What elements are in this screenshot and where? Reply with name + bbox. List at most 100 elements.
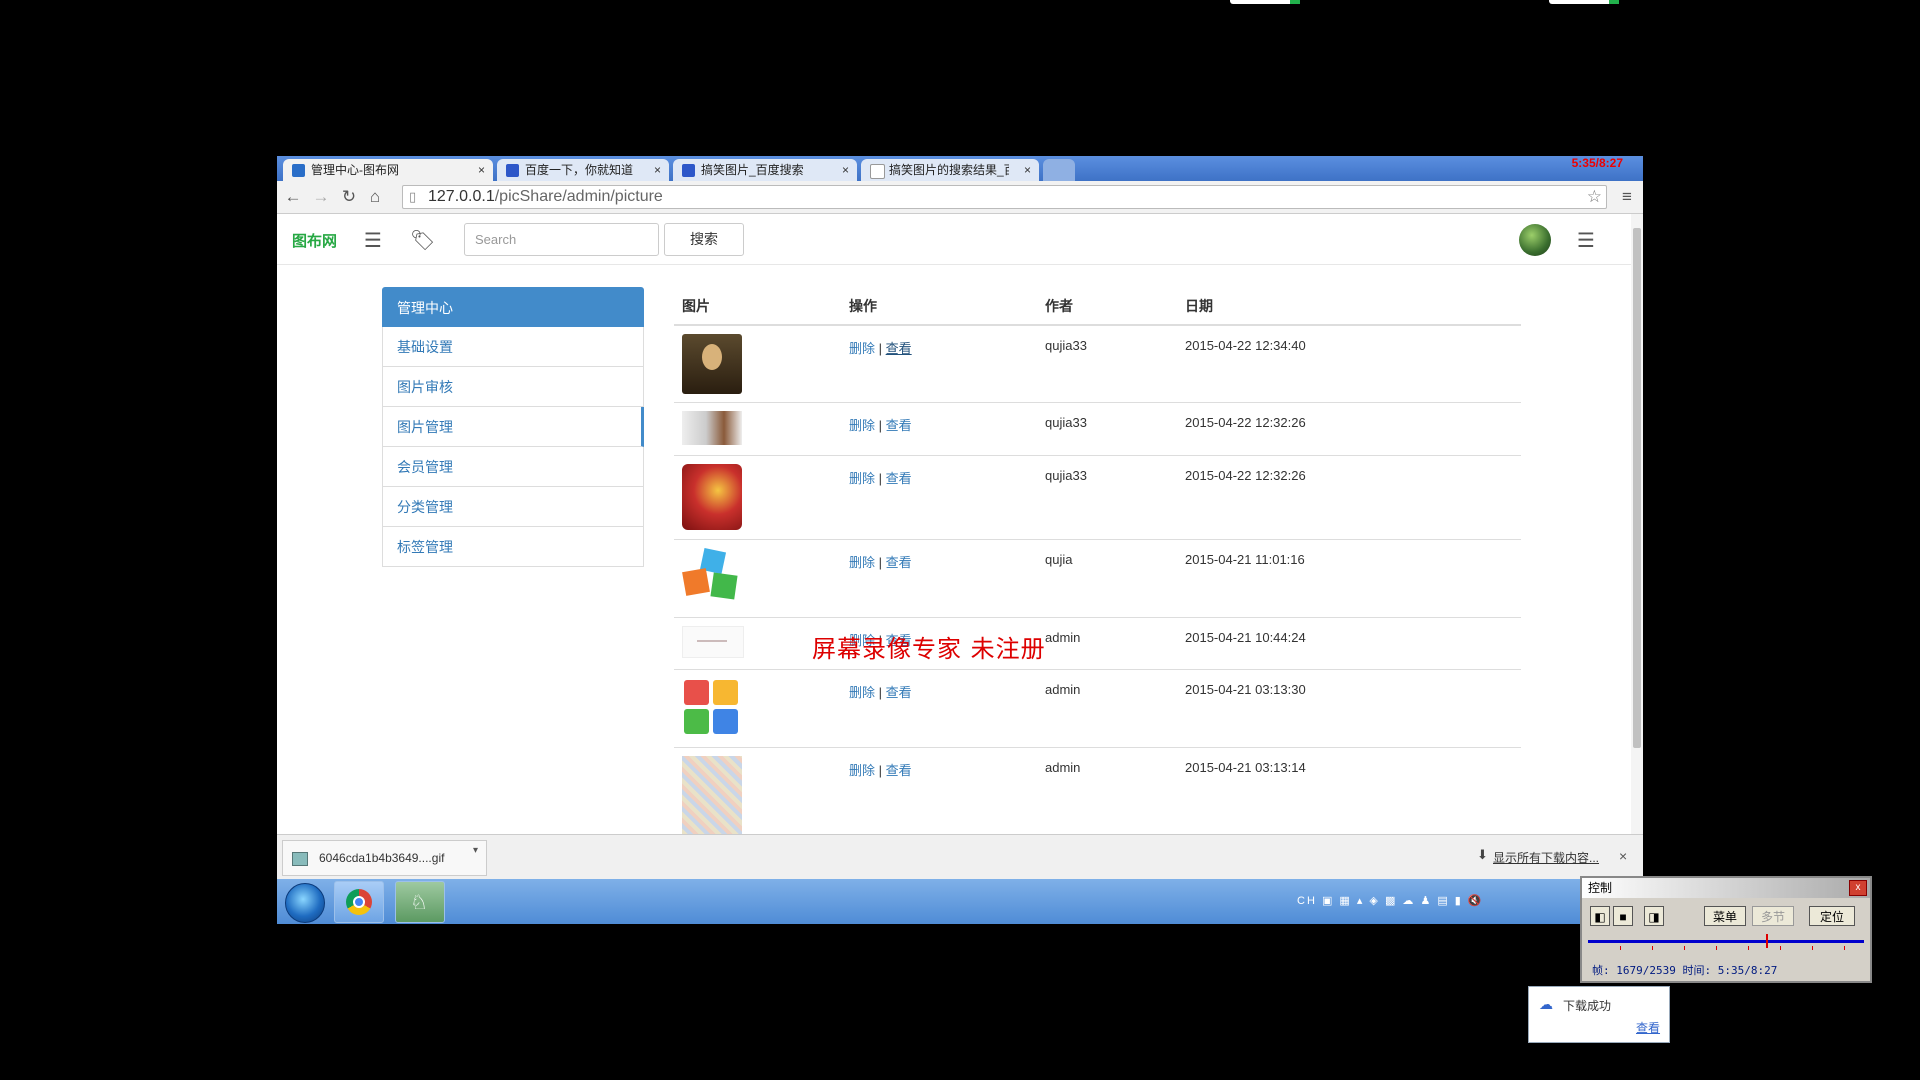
table-row: 删除 | 查看 qujia33 2015-04-22 12:32:26: [674, 456, 1521, 540]
tags-icon[interactable]: 🏷: [410, 228, 435, 253]
row-actions: 删除 | 查看: [849, 415, 912, 434]
list-icon[interactable]: ☰: [364, 228, 382, 253]
timeline-tick: [1780, 946, 1781, 950]
sidebar-item-basic-settings[interactable]: 基础设置: [382, 327, 644, 367]
tab-close-icon[interactable]: ×: [654, 159, 661, 181]
row-date: 2015-04-21 03:13:30: [1185, 682, 1306, 697]
delete-link[interactable]: 删除: [849, 471, 875, 486]
timeline-tick: [1652, 946, 1653, 950]
sidebar-item-picture-management[interactable]: 图片管理: [382, 407, 644, 447]
page-content: 图布网 ☰ 🏷 Search 搜索 ☰ 管理中心 基础设置 图片审核 图片管理 …: [277, 214, 1631, 834]
download-bar: 6046cda1b4b3649....gif ▾ ⬇ 显示所有下载内容... ×: [277, 834, 1643, 880]
playback-progress-knob[interactable]: [1766, 934, 1768, 948]
tab-baidu-home[interactable]: 百度一下，你就知道 ×: [497, 159, 669, 181]
admin-sidebar: 管理中心 基础设置 图片审核 图片管理 会员管理 分类管理 标签管理: [382, 287, 644, 567]
previous-frame-icon[interactable]: ◧: [1590, 906, 1610, 926]
header-author: 作者: [1045, 298, 1073, 314]
user-menu-icon[interactable]: ☰: [1577, 228, 1595, 253]
search-button[interactable]: 搜索: [664, 223, 744, 256]
view-link[interactable]: 查看: [886, 555, 912, 570]
multi-section-button[interactable]: 多节: [1752, 906, 1794, 926]
recorder-watermark: 屏幕录像专家 未注册: [812, 635, 1046, 663]
row-actions: 删除 | 查看: [849, 468, 912, 487]
picture-thumbnail[interactable]: [682, 678, 742, 738]
sidebar-item-picture-review[interactable]: 图片审核: [382, 367, 644, 407]
tab-close-icon[interactable]: ×: [842, 159, 849, 181]
home-icon[interactable]: ⌂: [365, 187, 385, 207]
new-tab-button[interactable]: [1043, 159, 1075, 181]
delete-link[interactable]: 删除: [849, 763, 875, 778]
tab-title: 百度一下，你就知道: [525, 163, 634, 177]
download-bar-close-icon[interactable]: ×: [1619, 848, 1627, 864]
tab-baidu-search[interactable]: 搞笑图片_百度搜索 ×: [673, 159, 857, 181]
view-link[interactable]: 查看: [886, 471, 912, 486]
view-link[interactable]: 查看: [886, 418, 912, 433]
view-link[interactable]: 查看: [886, 685, 912, 700]
row-author: admin: [1045, 682, 1081, 697]
delete-link[interactable]: 删除: [849, 341, 875, 356]
header-actions: 操作: [849, 298, 877, 314]
timeline-tick: [1844, 946, 1845, 950]
toast-view-link[interactable]: 查看: [1636, 1019, 1660, 1036]
sidebar-item-admin-center[interactable]: 管理中心: [382, 287, 644, 327]
page-scrollbar[interactable]: [1631, 214, 1643, 834]
table-row: 删除 | 查看 admin 2015-04-21 03:13:14: [674, 748, 1521, 834]
download-item[interactable]: 6046cda1b4b3649....gif: [282, 840, 487, 876]
download-options-icon[interactable]: ▾: [473, 845, 478, 856]
action-separator: |: [878, 418, 883, 433]
search-input[interactable]: Search: [464, 223, 659, 256]
url-host: 127.0.0.1: [428, 188, 495, 205]
stop-icon[interactable]: ■: [1613, 906, 1633, 926]
reload-icon[interactable]: ↻: [339, 187, 359, 207]
system-tray[interactable]: CH ▣ ▦ ▴ ◈ ▩ ☁ ♟ ▤ ▮ 🔇: [1297, 894, 1484, 907]
control-panel-close-icon[interactable]: x: [1849, 880, 1867, 896]
tab-close-icon[interactable]: ×: [478, 159, 485, 181]
picture-thumbnail[interactable]: [682, 756, 742, 834]
delete-link[interactable]: 删除: [849, 555, 875, 570]
picture-thumbnail[interactable]: [682, 411, 742, 445]
taskbar-chrome[interactable]: [334, 881, 384, 923]
forward-icon[interactable]: →: [311, 187, 331, 207]
next-frame-icon[interactable]: ◨: [1644, 906, 1664, 926]
row-author: qujia33: [1045, 415, 1087, 430]
scrollbar-thumb[interactable]: [1633, 228, 1641, 748]
bookmark-star-icon[interactable]: ☆: [1587, 187, 1602, 207]
picture-thumbnail[interactable]: [682, 464, 742, 530]
sidebar-item-category-management[interactable]: 分类管理: [382, 487, 644, 527]
delete-link[interactable]: 删除: [849, 418, 875, 433]
picture-thumbnail[interactable]: [682, 626, 744, 658]
download-file-name: 6046cda1b4b3649....gif: [319, 851, 445, 865]
locate-button[interactable]: 定位: [1809, 906, 1855, 926]
playback-progress-track[interactable]: [1588, 940, 1864, 943]
recording-time: 5:35/8:27: [1571, 156, 1623, 170]
browser-toolbar: ← → ↻ ⌂ ▯ 127.0.0.1/picShare/admin/pictu…: [277, 181, 1643, 214]
page-info-icon: ▯: [409, 189, 417, 204]
delete-link[interactable]: 删除: [849, 685, 875, 700]
view-link[interactable]: 查看: [886, 341, 912, 356]
action-separator: |: [878, 341, 883, 356]
tab-close-icon[interactable]: ×: [1024, 159, 1031, 181]
picture-thumbnail[interactable]: [682, 547, 742, 608]
row-actions: 删除 | 查看: [849, 338, 912, 357]
picture-thumbnail[interactable]: [682, 334, 742, 394]
address-bar[interactable]: ▯ 127.0.0.1/picShare/admin/picture ☆: [402, 185, 1607, 209]
tab-search-results[interactable]: 搞笑图片的搜索结果_百度 ×: [861, 159, 1039, 181]
download-arrow-icon: ⬇: [1477, 847, 1488, 862]
chrome-menu-icon[interactable]: ≡: [1617, 187, 1637, 207]
taskbar-recorder[interactable]: ♘: [395, 881, 445, 923]
table-row: 删除 | 查看 qujia 2015-04-21 11:01:16: [674, 540, 1521, 618]
tab-admin-center[interactable]: 管理中心-图布网 ×: [283, 159, 493, 181]
action-separator: |: [878, 685, 883, 700]
site-brand[interactable]: 图布网: [292, 230, 337, 251]
view-link[interactable]: 查看: [886, 763, 912, 778]
start-button[interactable]: [285, 883, 325, 923]
user-avatar[interactable]: [1519, 224, 1551, 256]
show-all-downloads-link[interactable]: 显示所有下载内容...: [1493, 849, 1599, 866]
input-language[interactable]: CH: [1297, 895, 1317, 907]
url-text: 127.0.0.1/picShare/admin/picture: [428, 188, 663, 206]
back-icon[interactable]: ←: [283, 187, 303, 207]
menu-button[interactable]: 菜单: [1704, 906, 1746, 926]
timeline-tick: [1684, 946, 1685, 950]
sidebar-item-tag-management[interactable]: 标签管理: [382, 527, 644, 567]
sidebar-item-member-management[interactable]: 会员管理: [382, 447, 644, 487]
